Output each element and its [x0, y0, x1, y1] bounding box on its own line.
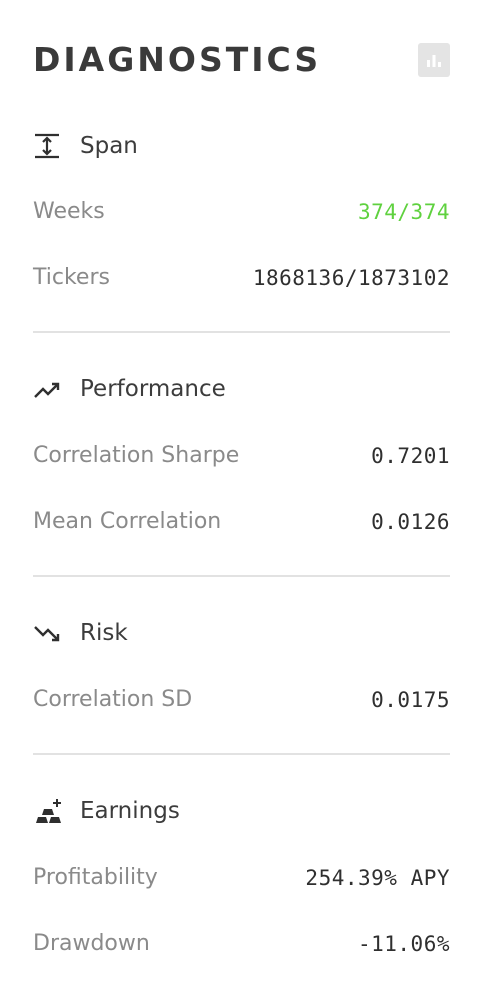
stat-value: 0.0126 [371, 510, 450, 534]
stat-row-weeks: Weeks 374/374 [33, 196, 450, 228]
section-divider [33, 331, 450, 333]
gold-bars-icon [36, 799, 61, 823]
section-risk-header: Risk [33, 617, 450, 649]
stat-label: Tickers [33, 265, 110, 290]
section-performance-header: Performance [33, 373, 450, 405]
bar-chart-icon [427, 55, 441, 67]
stat-row-correlation-sharpe: Correlation Sharpe 0.7201 [33, 440, 450, 472]
stat-value: 1868136/1873102 [252, 266, 450, 290]
section-divider [33, 753, 450, 755]
panel-title: DIAGNOSTICS [33, 40, 322, 79]
stat-label: Profitability [33, 865, 158, 890]
stat-label: Correlation SD [33, 687, 193, 712]
stat-row-profitability: Profitability 254.39% APY [33, 862, 450, 894]
stat-label: Weeks [33, 199, 105, 224]
stat-value: -11.06% [357, 932, 450, 956]
section-span-title: Span [80, 133, 138, 159]
section-risk-title: Risk [80, 620, 128, 646]
trending-up-icon [34, 382, 60, 398]
stat-value: 374/374 [357, 200, 450, 224]
vertical-span-icon [35, 133, 59, 159]
stat-label: Mean Correlation [33, 509, 222, 534]
section-divider [33, 575, 450, 577]
stat-value: 0.0175 [371, 688, 450, 712]
stat-label: Drawdown [33, 931, 150, 956]
section-span-header: Span [33, 130, 450, 162]
trending-down-icon [34, 626, 60, 642]
section-earnings-header: Earnings [33, 795, 450, 827]
section-performance-title: Performance [80, 376, 226, 402]
stat-label: Correlation Sharpe [33, 443, 240, 468]
stat-row-tickers: Tickers 1868136/1873102 [33, 262, 450, 294]
chart-toggle-button[interactable] [418, 43, 450, 77]
stat-row-correlation-sd: Correlation SD 0.0175 [33, 684, 450, 716]
section-earnings-title: Earnings [80, 798, 180, 824]
panel-header: DIAGNOSTICS [33, 40, 450, 80]
stat-row-mean-correlation: Mean Correlation 0.0126 [33, 506, 450, 538]
stat-value: 254.39% APY [305, 866, 450, 890]
stat-row-drawdown: Drawdown -11.06% [33, 928, 450, 960]
stat-value: 0.7201 [371, 444, 450, 468]
